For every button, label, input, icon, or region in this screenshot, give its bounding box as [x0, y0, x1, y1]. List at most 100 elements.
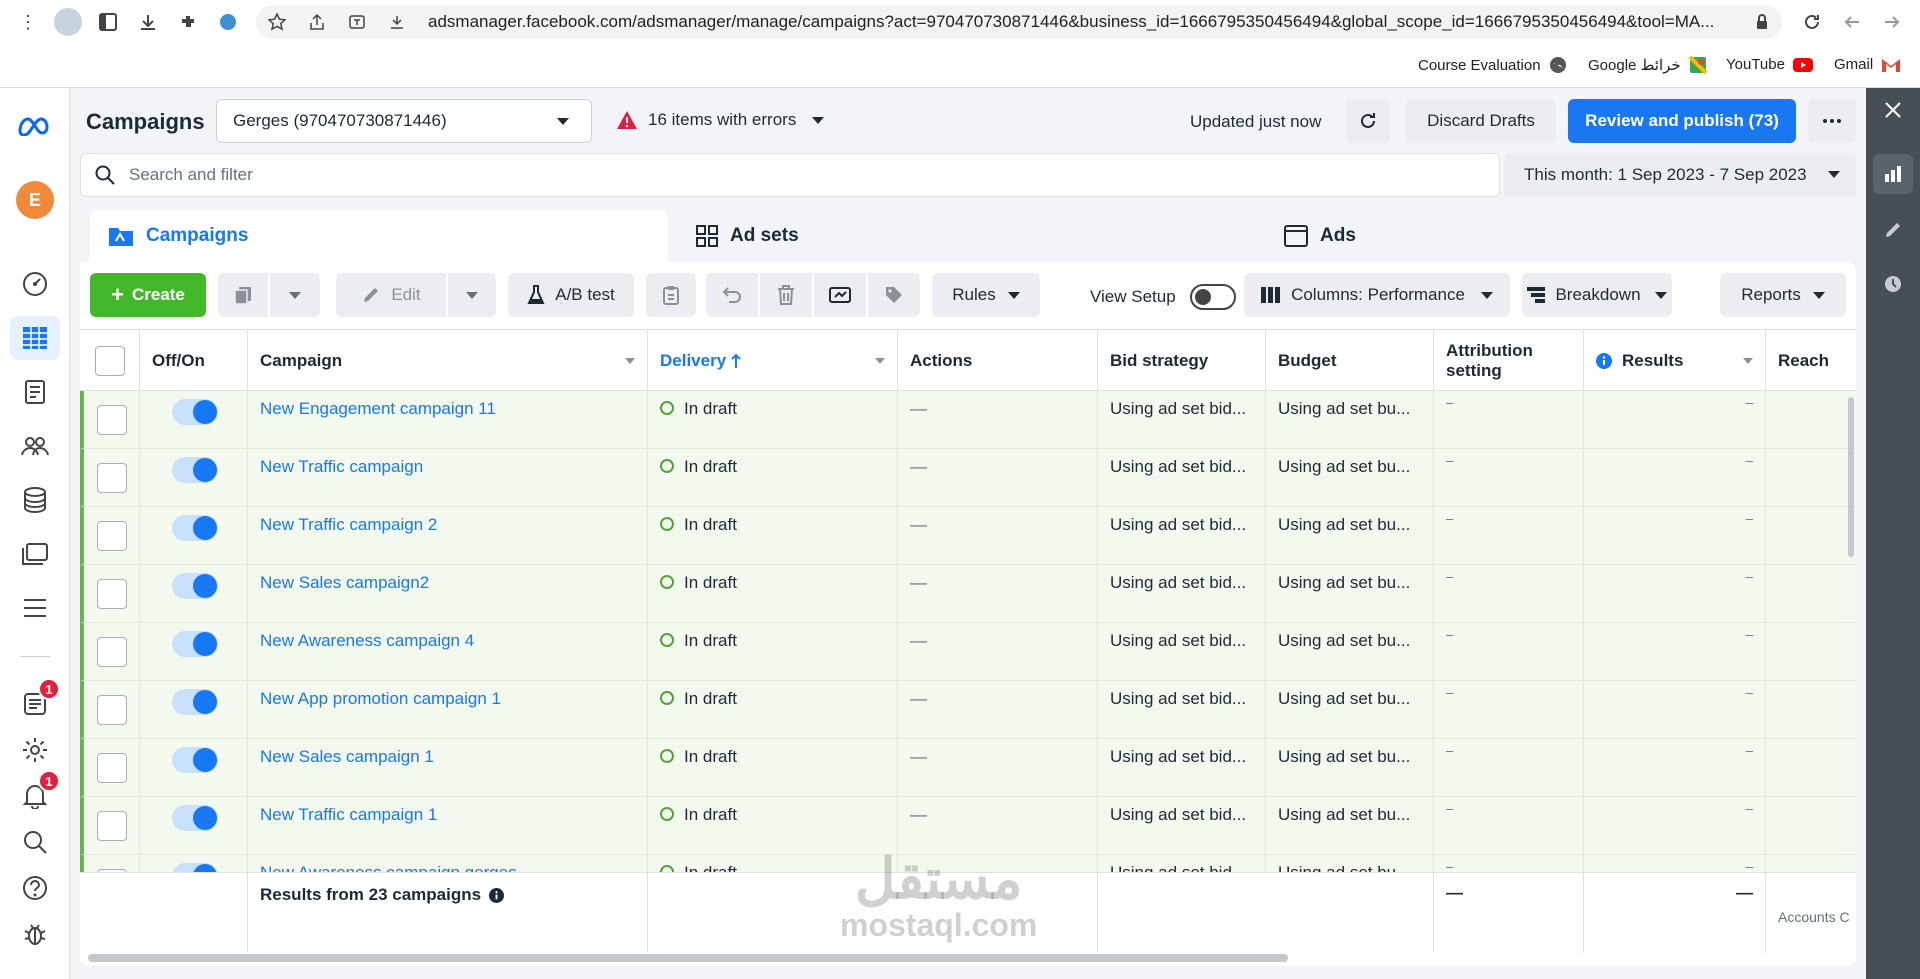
date-range-picker[interactable]: This month: 1 Sep 2023 - 7 Sep 2023 — [1504, 153, 1856, 197]
review-publish-button[interactable]: Review and publish (73) — [1568, 99, 1796, 143]
create-button[interactable]: + Create — [90, 273, 206, 317]
column-reach[interactable]: Reach — [1766, 330, 1856, 392]
profile-avatar[interactable] — [54, 8, 82, 36]
clipboard-button[interactable] — [646, 273, 696, 317]
bookmark-youtube[interactable]: YouTube — [1726, 56, 1813, 73]
search-icon[interactable] — [10, 820, 60, 864]
table-row[interactable]: New Sales campaign 1 In draft — Using ad se… — [80, 739, 1856, 797]
row-checkbox[interactable] — [96, 637, 127, 667]
row-checkbox[interactable] — [96, 811, 127, 841]
duplicate-button[interactable] — [218, 273, 268, 317]
errors-dropdown[interactable]: 16 items with errors — [616, 110, 825, 130]
forward-icon[interactable] — [1872, 0, 1912, 44]
table-row[interactable]: New Sales campaign2 In draft — Using ad set… — [80, 565, 1856, 623]
globe-extension-icon[interactable] — [208, 0, 248, 44]
column-actions[interactable]: Actions — [898, 330, 1098, 392]
media-library-icon[interactable] — [10, 532, 60, 576]
refresh-button[interactable] — [1346, 99, 1390, 143]
tab-ad-sets[interactable]: Ad sets — [678, 210, 1256, 262]
meta-logo-icon[interactable] — [10, 104, 60, 148]
table-row[interactable]: New Engagement campaign 11 In draft — Using… — [80, 391, 1856, 449]
table-row[interactable]: New App promotion campaign 1 In draft — Usi… — [80, 681, 1856, 739]
table-row[interactable]: New Traffic campaign In draft — Using ad se… — [80, 449, 1856, 507]
url-text[interactable]: adsmanager.facebook.com/adsmanager/manag… — [428, 12, 1728, 32]
campaign-name-link[interactable]: New Traffic campaign 2 — [248, 507, 648, 565]
tag-button[interactable] — [868, 273, 920, 317]
all-tools-menu-icon[interactable] — [10, 586, 60, 630]
duplicate-dropdown-button[interactable] — [270, 273, 320, 317]
extensions-icon[interactable] — [168, 0, 208, 44]
view-setup-toggle[interactable]: View Setup — [1090, 284, 1236, 310]
address-bar[interactable]: adsmanager.facebook.com/adsmanager/manag… — [256, 5, 1782, 39]
settings-gear-icon[interactable] — [10, 728, 60, 772]
column-bid-strategy[interactable]: Bid strategy — [1098, 330, 1266, 392]
account-selector[interactable]: Gerges (970470730871446) — [216, 99, 592, 143]
row-checkbox[interactable] — [96, 695, 127, 725]
info-icon[interactable] — [489, 887, 505, 903]
back-icon[interactable] — [1832, 0, 1872, 44]
campaign-on-off-toggle[interactable] — [172, 573, 218, 599]
row-checkbox[interactable] — [96, 753, 127, 783]
reload-icon[interactable] — [1792, 0, 1832, 44]
edit-button[interactable]: Edit — [336, 273, 446, 317]
download-icon[interactable] — [128, 0, 168, 44]
campaigns-table-icon[interactable] — [10, 316, 60, 360]
columns-button[interactable]: Columns: Performance — [1244, 273, 1510, 317]
vertical-scrollbar[interactable] — [1848, 397, 1854, 557]
reports-button[interactable]: Reports — [1720, 273, 1846, 317]
ab-test-button[interactable]: A/B test — [508, 273, 634, 317]
campaign-name-link[interactable]: New Sales campaign 1 — [248, 739, 648, 797]
more-options-button[interactable] — [1808, 99, 1856, 143]
campaign-on-off-toggle[interactable] — [172, 689, 218, 715]
column-off-on[interactable]: Off/On — [140, 330, 248, 392]
campaign-name-link[interactable]: New Awareness campaign gerges — [248, 855, 648, 872]
bell-icon[interactable]: 1 — [10, 770, 60, 818]
row-checkbox[interactable] — [96, 405, 127, 435]
bookmark-google-maps[interactable]: Google خرائط — [1588, 56, 1707, 74]
audiences-icon[interactable] — [10, 424, 60, 468]
install-app-icon[interactable] — [388, 13, 406, 31]
tab-ads[interactable]: Ads — [1266, 210, 1844, 262]
campaign-name-link[interactable]: New Engagement campaign 11 — [248, 391, 648, 449]
bookmark-star-icon[interactable] — [268, 13, 286, 31]
row-checkbox[interactable] — [96, 521, 127, 551]
column-budget[interactable]: Budget — [1266, 330, 1434, 392]
browser-menu-icon[interactable]: ⋮ — [8, 0, 48, 44]
row-checkbox[interactable] — [96, 463, 127, 493]
bookmark-course-evaluation[interactable]: Course Evaluation — [1418, 56, 1567, 74]
campaign-on-off-toggle[interactable] — [172, 863, 218, 872]
close-icon[interactable] — [1873, 90, 1913, 130]
billing-icon[interactable] — [10, 478, 60, 522]
campaign-on-off-toggle[interactable] — [172, 805, 218, 831]
campaign-on-off-toggle[interactable] — [172, 457, 218, 483]
reports-icon[interactable] — [10, 370, 60, 414]
bookmark-gmail[interactable]: Gmail — [1834, 56, 1901, 73]
charts-icon[interactable] — [1873, 154, 1913, 194]
undo-button[interactable] — [706, 273, 758, 317]
campaign-name-link[interactable]: New Sales campaign2 — [248, 565, 648, 623]
view-setup-switch[interactable] — [1189, 284, 1236, 310]
campaign-name-link[interactable]: New App promotion campaign 1 — [248, 681, 648, 739]
rules-button[interactable]: Rules — [932, 273, 1040, 317]
column-results[interactable]: Results — [1584, 330, 1766, 392]
select-all-checkbox[interactable] — [94, 346, 125, 376]
campaign-on-off-toggle[interactable] — [172, 747, 218, 773]
table-row[interactable]: New Traffic campaign 2 In draft — Using ad … — [80, 507, 1856, 565]
discard-drafts-button[interactable]: Discard Drafts — [1406, 99, 1556, 143]
breakdown-button[interactable]: Breakdown — [1522, 273, 1672, 317]
campaign-name-link[interactable]: New Awareness campaign 4 — [248, 623, 648, 681]
translate-icon[interactable] — [348, 13, 366, 31]
column-attribution[interactable]: Attribution setting — [1434, 330, 1584, 392]
column-campaign[interactable]: Campaign — [248, 330, 648, 392]
search-filter-bar[interactable] — [80, 153, 1500, 197]
column-delivery[interactable]: Delivery — [648, 330, 898, 392]
search-input[interactable] — [129, 165, 1329, 185]
edit-pencil-icon[interactable] — [1873, 210, 1913, 250]
sidebar-toggle-icon[interactable] — [88, 0, 128, 44]
overview-gauge-icon[interactable] — [10, 262, 60, 306]
campaign-name-link[interactable]: New Traffic campaign — [248, 449, 648, 507]
delete-button[interactable] — [760, 273, 812, 317]
share-icon[interactable] — [308, 13, 326, 31]
help-icon[interactable] — [10, 866, 60, 910]
table-row[interactable]: New Awareness campaign 4 In draft — Using a… — [80, 623, 1856, 681]
